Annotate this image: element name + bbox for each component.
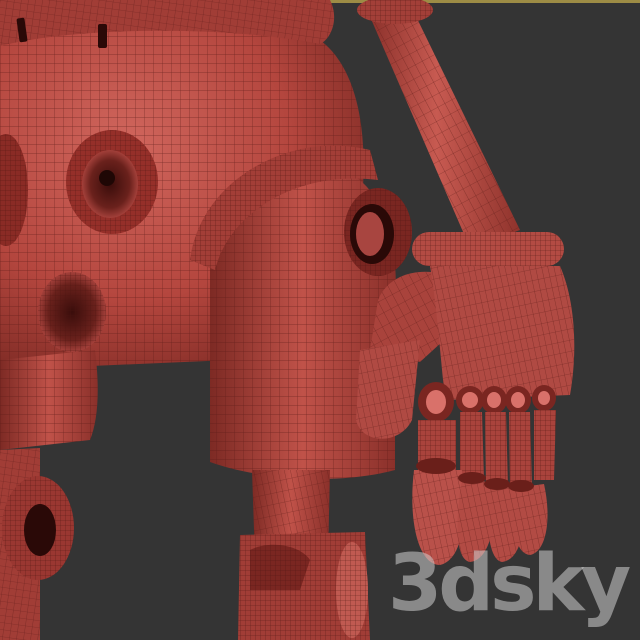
render-viewport: 3dsky xyxy=(0,0,640,640)
robot-wireframe-render xyxy=(0,0,640,640)
wrist-cuff xyxy=(412,232,564,266)
